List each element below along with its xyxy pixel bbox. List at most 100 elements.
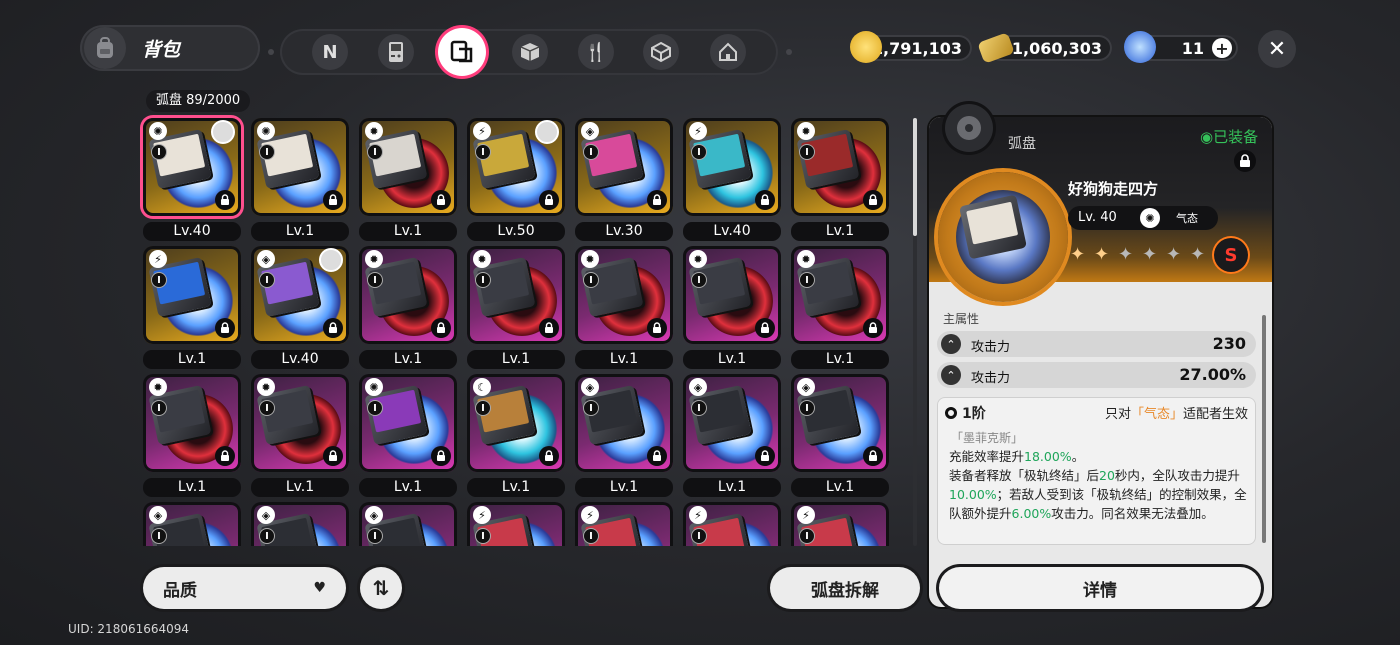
lock-icon xyxy=(1240,154,1250,167)
ticket-icon xyxy=(977,32,1015,64)
skill-tier-label: 1阶 xyxy=(962,406,986,422)
disc-item[interactable]: ◈ I Lv.1 xyxy=(683,374,781,498)
disc-item[interactable]: ✺ I Lv.1 xyxy=(251,118,349,242)
rank-badge: I xyxy=(583,528,599,544)
disc-item[interactable]: ✹ I Lv.1 xyxy=(359,246,457,370)
attribute-icon: ⚡ xyxy=(689,122,707,140)
disc-card[interactable]: ◈ I xyxy=(251,246,349,344)
disc-item[interactable]: ✹ I Lv.1 xyxy=(791,118,889,242)
disc-card[interactable]: ✺ I xyxy=(359,374,457,472)
disc-item[interactable]: ✹ I Lv.1 xyxy=(143,374,241,498)
quality-filter-button[interactable]: 品质 ♥ xyxy=(143,567,346,609)
gameboy-icon xyxy=(389,42,403,62)
detail-lock-button[interactable] xyxy=(1234,150,1256,172)
attribute-icon: ⚡ xyxy=(689,506,707,524)
disc-card[interactable]: ⚡ I xyxy=(467,118,565,216)
disc-card[interactable]: ◈ I xyxy=(359,502,457,546)
disc-card[interactable]: ⚡ I xyxy=(683,502,781,546)
disc-card[interactable]: ✺ I xyxy=(143,118,241,216)
attribute-icon: ✹ xyxy=(365,122,383,140)
disc-item[interactable]: ✹ I Lv.1 xyxy=(251,374,349,498)
lock-icon xyxy=(215,190,235,210)
disc-item[interactable]: ⚡ I xyxy=(575,502,673,546)
sort-order-button[interactable]: ⇅ xyxy=(360,567,402,609)
disc-item[interactable]: ⚡ I Lv.50 xyxy=(467,118,565,242)
currency-gold: 1,791,103 xyxy=(850,31,972,63)
disc-card[interactable]: ◈ I xyxy=(143,502,241,546)
rank-badge: I xyxy=(583,144,599,160)
disc-card[interactable]: ◈ I xyxy=(791,374,889,472)
disc-item[interactable]: ◈ I Lv.30 xyxy=(575,118,673,242)
disc-item[interactable]: ✹ I Lv.1 xyxy=(683,246,781,370)
disc-item[interactable]: ✹ I Lv.1 xyxy=(359,118,457,242)
disc-card[interactable]: ⚡ I xyxy=(467,502,565,546)
disc-item[interactable]: ◈ I xyxy=(143,502,241,546)
disc-card[interactable]: ⚡ I xyxy=(791,502,889,546)
rank-badge: I xyxy=(475,528,491,544)
stat-row: ⌃ 攻击力 230 xyxy=(937,331,1256,357)
disc-card[interactable]: ⚡ I xyxy=(143,246,241,344)
rank-badge: I xyxy=(151,272,167,288)
disc-card[interactable]: ⚡ I xyxy=(575,502,673,546)
tab-devices[interactable] xyxy=(378,34,414,70)
disc-card[interactable]: ◈ I xyxy=(575,118,673,216)
tab-n-logo[interactable]: N xyxy=(312,34,348,70)
disc-item[interactable]: ✹ I Lv.1 xyxy=(791,246,889,370)
rank-badge: I xyxy=(475,144,491,160)
disc-card[interactable]: ✹ I xyxy=(791,118,889,216)
lock-icon xyxy=(755,446,775,466)
disc-card[interactable]: ✹ I xyxy=(359,246,457,344)
disc-item[interactable]: ⚡ I xyxy=(683,502,781,546)
disc-item[interactable]: ◈ I xyxy=(359,502,457,546)
tab-materials[interactable] xyxy=(512,34,548,70)
disc-card[interactable]: ✹ I xyxy=(251,374,349,472)
tab-food[interactable]: 🍴 xyxy=(578,34,614,70)
tab-discs[interactable] xyxy=(438,28,486,76)
details-button[interactable]: 详情 xyxy=(939,567,1261,609)
disc-level: Lv.1 xyxy=(467,478,565,497)
rank-badge: I xyxy=(475,400,491,416)
disc-item[interactable]: ✹ I Lv.1 xyxy=(575,246,673,370)
rank-badge: I xyxy=(367,272,383,288)
dismantle-button[interactable]: 弧盘拆解 xyxy=(770,567,920,609)
add-currency-button[interactable]: + xyxy=(1212,38,1232,58)
disc-item[interactable]: ✺ I Lv.40 xyxy=(143,118,241,242)
disc-card[interactable]: ⚡ I xyxy=(683,118,781,216)
disc-card[interactable]: ◈ I xyxy=(251,502,349,546)
disc-item[interactable]: ⚡ I Lv.1 xyxy=(143,246,241,370)
disc-item[interactable]: ◈ I xyxy=(251,502,349,546)
disc-card[interactable]: ✹ I xyxy=(359,118,457,216)
disc-card[interactable]: ◈ I xyxy=(683,374,781,472)
disc-item[interactable]: ⚡ I Lv.40 xyxy=(683,118,781,242)
grid-scrollbar-thumb[interactable] xyxy=(913,118,917,236)
disc-card[interactable]: ✹ I xyxy=(575,246,673,344)
disc-item[interactable]: ✹ I Lv.1 xyxy=(467,246,565,370)
disc-item[interactable]: ⚡ I xyxy=(791,502,889,546)
disc-item[interactable]: ✺ I Lv.1 xyxy=(359,374,457,498)
disc-card[interactable]: ☾ I xyxy=(467,374,565,472)
disc-level: Lv.40 xyxy=(251,350,349,369)
disc-card[interactable]: ✹ I xyxy=(467,246,565,344)
disc-card[interactable]: ◈ I xyxy=(575,374,673,472)
tab-items[interactable] xyxy=(643,34,679,70)
rank-badge: I xyxy=(259,272,275,288)
attribute-icon: ⚡ xyxy=(581,506,599,524)
disc-item[interactable]: ◈ I Lv.40 xyxy=(251,246,349,370)
detail-scrollbar[interactable] xyxy=(1262,315,1266,543)
agent-avatar-icon xyxy=(319,248,343,272)
disc-card[interactable]: ✹ I xyxy=(791,246,889,344)
disc-level: Lv.1 xyxy=(791,478,889,497)
disc-item[interactable]: ◈ I Lv.1 xyxy=(575,374,673,498)
tab-home[interactable] xyxy=(710,34,746,70)
disc-card[interactable]: ✹ I xyxy=(683,246,781,344)
disc-level: Lv.40 xyxy=(143,222,241,241)
close-button[interactable]: ✕ xyxy=(1258,30,1296,68)
disc-card[interactable]: ✹ I xyxy=(143,374,241,472)
disc-item[interactable]: ◈ I Lv.1 xyxy=(791,374,889,498)
box-3d-icon xyxy=(651,41,671,63)
disc-item[interactable]: ☾ I Lv.1 xyxy=(467,374,565,498)
disc-item[interactable]: ⚡ I xyxy=(467,502,565,546)
disc-card[interactable]: ✺ I xyxy=(251,118,349,216)
attribute-icon: ✺ xyxy=(365,378,383,396)
disc-level: Lv.1 xyxy=(467,350,565,369)
